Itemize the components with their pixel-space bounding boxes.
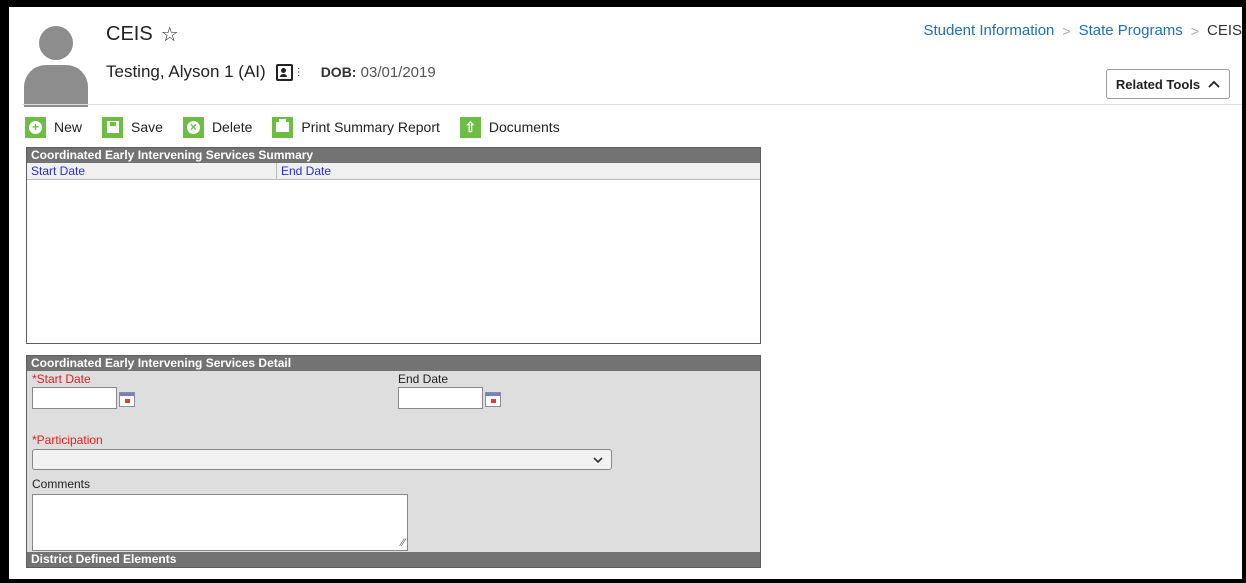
plus-icon: + [25,116,46,138]
column-start-date[interactable]: Start Date [27,163,277,179]
save-icon [102,116,124,138]
end-date-input[interactable] [398,387,483,409]
page-title-text: CEIS [106,23,153,45]
participation-select[interactable] [32,449,612,470]
breadcrumb-student-information[interactable]: Student Information [923,22,1054,39]
chevron-down-icon [593,457,603,464]
dob-value: 03/01/2019 [360,63,436,81]
new-button[interactable]: + New [25,116,83,138]
breadcrumb: Student Information > State Programs > C… [923,22,1242,39]
delete-button[interactable]: × Delete [182,116,253,138]
detail-panel: Coordinated Early Intervening Services D… [26,355,761,568]
end-date-label: End Date [398,372,449,386]
delete-label: Delete [211,119,253,135]
new-label: New [54,119,83,135]
dob: DOB: 03/01/2019 [321,64,436,81]
upload-icon: ⇧ [459,116,481,138]
page-title: CEIS ☆ [106,22,179,47]
chevron-right-icon: > [1062,22,1071,39]
summary-title: Coordinated Early Intervening Services S… [27,148,760,163]
summary-header-row: Start Date End Date [27,163,760,180]
student-name: Testing, Alyson 1 (AI) [106,62,266,81]
summary-panel: Coordinated Early Intervening Services S… [26,147,761,344]
save-label: Save [131,119,163,135]
breadcrumb-state-programs[interactable]: State Programs [1079,22,1183,39]
detail-title: Coordinated Early Intervening Services D… [27,356,760,371]
save-button[interactable]: Save [102,116,163,138]
calendar-icon[interactable] [119,392,135,407]
app-frame: CEIS ☆ Testing, Alyson 1 (AI) ⋮ DOB: 03/… [9,7,1242,579]
print-icon [272,116,294,138]
comments-label: Comments [32,477,91,491]
contact-card-icon[interactable] [275,63,293,81]
header-divider [22,104,1242,105]
dob-label: DOB: [320,63,357,80]
print-summary-report-label: Print Summary Report [301,119,440,135]
chevron-up-icon [1208,80,1220,88]
calendar-icon[interactable] [485,392,501,407]
district-defined-elements-header: District Defined Elements [27,552,760,567]
delete-icon: × [182,116,204,138]
comments-textarea[interactable]: ⁄⁄ [32,494,408,551]
column-end-date[interactable]: End Date [277,163,331,179]
documents-button[interactable]: ⇧ Documents [459,116,560,138]
start-date-label: *Start Date [32,372,91,386]
student-avatar [22,21,90,107]
related-tools-button[interactable]: Related Tools [1106,69,1230,99]
chevron-right-icon: > [1190,22,1199,39]
resize-handle-icon[interactable]: ⁄⁄ [401,537,405,549]
documents-label: Documents [488,119,560,135]
student-info: Testing, Alyson 1 (AI) ⋮ DOB: 03/01/2019 [106,62,436,82]
action-toolbar: + New Save × Delete Print Summary Report… [25,115,580,139]
participation-label: *Participation [32,433,103,447]
related-tools-label: Related Tools [1115,76,1201,92]
contact-card-dots-icon: ⋮ [293,66,304,78]
start-date-input[interactable] [32,387,117,409]
print-summary-report-button[interactable]: Print Summary Report [272,116,440,138]
breadcrumb-ceis: CEIS [1206,22,1242,39]
star-icon[interactable]: ☆ [161,22,179,47]
